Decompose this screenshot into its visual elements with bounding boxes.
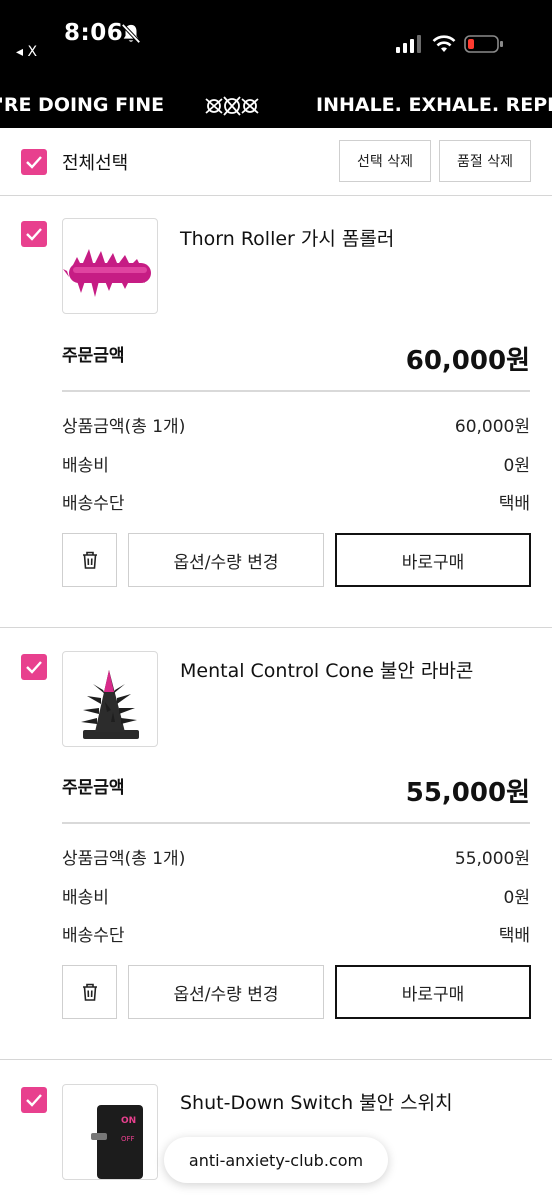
checkmark-icon <box>26 661 42 674</box>
product-image-shut-down-switch[interactable]: ON OFF <box>62 1084 158 1180</box>
product-name[interactable]: Mental Control Cone 불안 라바콘 <box>180 656 473 683</box>
item-checkbox[interactable] <box>21 1087 47 1113</box>
shipping-fee-value: 0원 <box>503 888 530 908</box>
shipping-method-value: 택배 <box>498 494 530 514</box>
trash-icon <box>82 551 97 569</box>
order-amount-value: 60,000원 <box>405 346 530 376</box>
switch-on-label: ON <box>121 1116 136 1126</box>
select-all-bar: 전체선택 선택 삭제 품절 삭제 <box>0 128 552 196</box>
product-name[interactable]: Shut-Down Switch 불안 스위치 <box>180 1088 453 1115</box>
divider <box>62 822 530 824</box>
order-amount-label: 주문금액 <box>62 778 125 798</box>
buy-now-button[interactable]: 바로구매 <box>335 533 531 587</box>
select-all-checkbox[interactable] <box>21 149 47 175</box>
shipping-fee-label: 배송비 <box>62 888 109 908</box>
marquee-text-right: INHALE. EXHALE. REPEA <box>316 94 552 116</box>
product-image-mental-control-cone[interactable] <box>62 651 158 747</box>
delete-soldout-button[interactable]: 품절 삭제 <box>439 140 531 182</box>
marquee-text-left: 'RE DOING FINE <box>0 94 165 116</box>
product-image-thorn-roller[interactable] <box>62 218 158 314</box>
order-amount-value: 55,000원 <box>405 778 530 808</box>
delete-selected-button[interactable]: 선택 삭제 <box>339 140 431 182</box>
status-bar: 8:06 ◂ X <box>0 0 552 84</box>
item-checkbox[interactable] <box>21 654 47 680</box>
item-checkbox[interactable] <box>21 221 47 247</box>
trash-icon <box>82 983 97 1001</box>
status-time: 8:06 <box>64 20 124 46</box>
browser-url-bar[interactable]: anti-anxiety-club.com <box>164 1137 388 1183</box>
delete-item-button[interactable] <box>62 965 117 1019</box>
product-price-value: 55,000원 <box>454 849 530 869</box>
cart-item: Mental Control Cone 불안 라바콘 주문금액 55,000원 … <box>0 628 552 1060</box>
battery-low-icon <box>464 35 503 53</box>
product-name[interactable]: Thorn Roller 가시 폼롤러 <box>180 224 394 251</box>
shipping-method-value: 택배 <box>498 926 530 946</box>
shipping-fee-value: 0원 <box>503 456 530 476</box>
shipping-fee-label: 배송비 <box>62 456 109 476</box>
select-all-label: 전체선택 <box>62 153 129 174</box>
divider <box>62 390 530 392</box>
delete-item-button[interactable] <box>62 533 117 587</box>
switch-off-label: OFF <box>121 1135 135 1143</box>
buy-now-button[interactable]: 바로구매 <box>335 965 531 1019</box>
checkmark-icon <box>26 228 42 241</box>
marquee-banner: 'RE DOING FINE INHALE. EXHALE. REPEA <box>0 84 552 128</box>
product-price-value: 60,000원 <box>454 417 530 437</box>
club-logo-icon <box>205 96 259 116</box>
cellular-signal-icon <box>396 35 421 53</box>
checkmark-icon <box>26 1094 42 1107</box>
product-price-label: 상품금액(총 1개) <box>62 417 186 437</box>
bell-slash-icon <box>121 23 141 44</box>
shipping-method-label: 배송수단 <box>62 494 125 514</box>
shipping-method-label: 배송수단 <box>62 926 125 946</box>
wifi-icon <box>432 35 456 52</box>
cart-item: Thorn Roller 가시 폼롤러 주문금액 60,000원 상품금액(총 … <box>0 196 552 628</box>
order-amount-label: 주문금액 <box>62 346 125 366</box>
change-option-button[interactable]: 옵션/수량 변경 <box>128 533 324 587</box>
product-price-label: 상품금액(총 1개) <box>62 849 186 869</box>
back-to-app-link[interactable]: ◂ X <box>16 44 37 60</box>
checkmark-icon <box>26 156 42 169</box>
change-option-button[interactable]: 옵션/수량 변경 <box>128 965 324 1019</box>
